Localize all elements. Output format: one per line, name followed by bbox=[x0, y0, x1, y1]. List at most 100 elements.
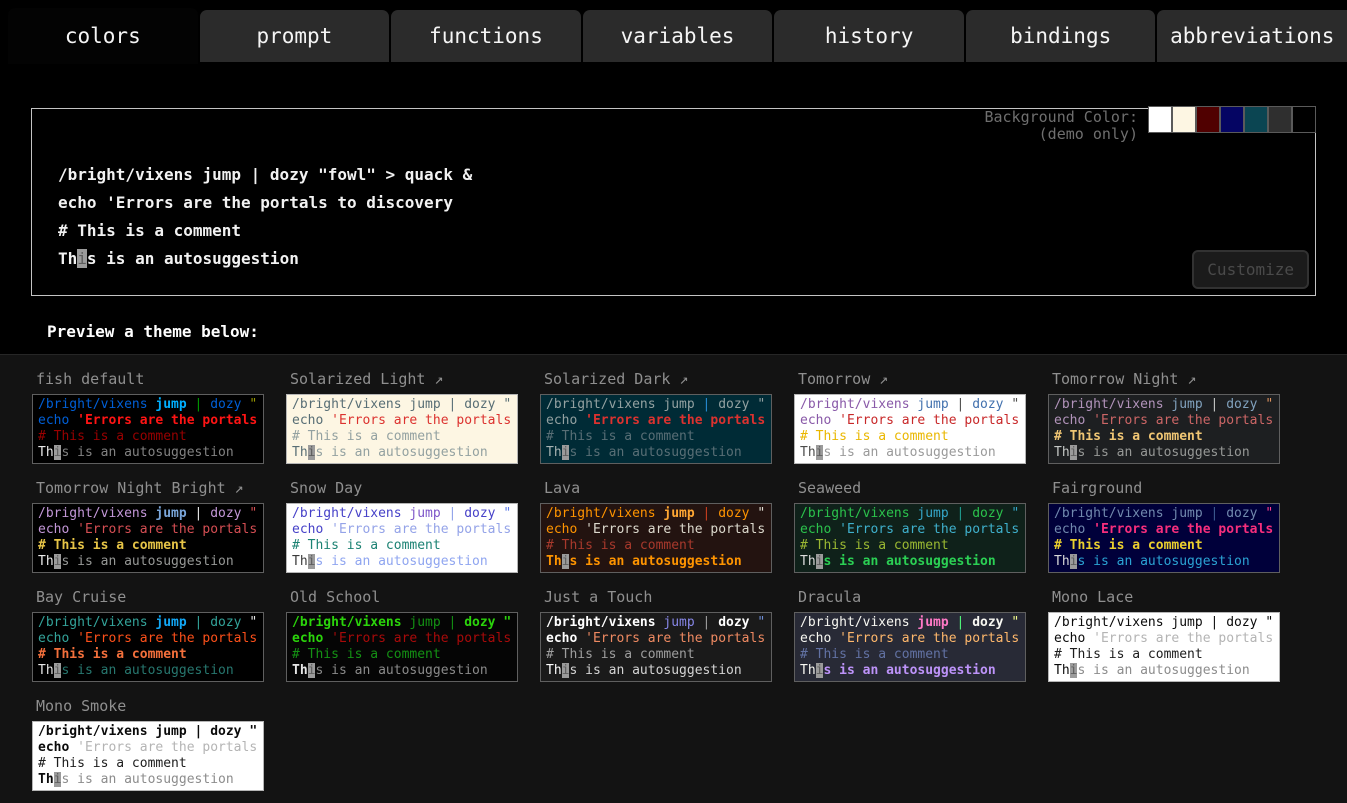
text-segment: | bbox=[949, 615, 972, 630]
text-segment: 'Errors are the portals bbox=[331, 631, 511, 646]
theme-preview-dracula[interactable]: /bright/vixens jump | dozy "echo 'Errors… bbox=[794, 612, 1026, 682]
theme-preview-bay-cruise[interactable]: /bright/vixens jump | dozy "echo 'Errors… bbox=[32, 612, 264, 682]
text-segment: jump bbox=[1171, 615, 1202, 630]
tab-history[interactable]: history bbox=[774, 10, 964, 62]
background-swatch-0[interactable] bbox=[1148, 106, 1172, 133]
text-segment: /bright/vixens bbox=[1054, 397, 1171, 412]
text-segment: 'Errors are the portals bbox=[839, 522, 1019, 537]
theme-card-tomorrow-night-bright: Tomorrow Night Bright ↗ /bright/vixens ju… bbox=[32, 479, 286, 573]
text-segment: jump bbox=[409, 615, 440, 630]
theme-preview-lava[interactable]: /bright/vixens jump | dozy "echo 'Errors… bbox=[540, 503, 772, 573]
text-segment: dozy bbox=[464, 615, 495, 630]
theme-preview-line: echo 'Errors are the portals bbox=[800, 413, 1020, 429]
background-swatch-4[interactable] bbox=[1244, 106, 1268, 133]
theme-preview-fairground[interactable]: /bright/vixens jump | dozy "echo 'Errors… bbox=[1048, 503, 1280, 573]
customize-button[interactable]: Customize bbox=[1192, 250, 1309, 289]
text-segment: 'Errors are the portals bbox=[585, 631, 765, 646]
text-segment: dozy bbox=[718, 397, 749, 412]
tab-variables[interactable]: variables bbox=[583, 10, 773, 62]
theme-name-old-school: Old School bbox=[290, 588, 540, 606]
text-segment: # This is a comment bbox=[1054, 538, 1203, 553]
text-segment: 'Errors are the portals bbox=[585, 522, 765, 537]
theme-preview-line: # This is a comment bbox=[1054, 429, 1274, 445]
theme-preview-old-school[interactable]: /bright/vixens jump | dozy "echo 'Errors… bbox=[286, 612, 518, 682]
text-segment: | bbox=[695, 506, 718, 521]
theme-name-bay-cruise: Bay Cruise bbox=[36, 588, 286, 606]
theme-card-mono-lace: Mono Lace/bright/vixens jump | dozy "ech… bbox=[1048, 588, 1302, 682]
background-swatch-3[interactable] bbox=[1220, 106, 1244, 133]
tab-bindings[interactable]: bindings bbox=[966, 10, 1156, 62]
background-swatch-1[interactable] bbox=[1172, 106, 1196, 133]
text-segment: dozy bbox=[1226, 615, 1257, 630]
text-segment: # This is a comment bbox=[292, 429, 441, 444]
text-segment: # This is a comment bbox=[38, 538, 187, 553]
theme-preview-mono-lace[interactable]: /bright/vixens jump | dozy "echo 'Errors… bbox=[1048, 612, 1280, 682]
theme-preview-line: echo 'Errors are the portals bbox=[292, 631, 512, 647]
tab-prompt[interactable]: prompt bbox=[200, 10, 390, 62]
tab-abbreviations[interactable]: abbreviations bbox=[1157, 10, 1347, 62]
theme-preview-line: # This is a comment bbox=[38, 647, 258, 663]
theme-name-solarized-light[interactable]: Solarized Light ↗ bbox=[290, 370, 540, 388]
theme-preview-line: echo 'Errors are the portals bbox=[38, 413, 258, 429]
theme-preview-seaweed[interactable]: /bright/vixens jump | dozy "echo 'Errors… bbox=[794, 503, 1026, 573]
theme-preview-line: # This is a comment bbox=[546, 429, 766, 445]
theme-preview-just-a-touch[interactable]: /bright/vixens jump | dozy "echo 'Errors… bbox=[540, 612, 772, 682]
theme-preview-line: # This is a comment bbox=[546, 647, 766, 663]
theme-preview-fish-default[interactable]: /bright/vixens jump | dozy "echo 'Errors… bbox=[32, 394, 264, 464]
text-segment: s is an autosuggestion bbox=[315, 445, 487, 460]
theme-name-tomorrow[interactable]: Tomorrow ↗ bbox=[798, 370, 1048, 388]
theme-preview-line: /bright/vixens jump | dozy " bbox=[292, 506, 512, 522]
theme-card-fish-default: fish default/bright/vixens jump | dozy "… bbox=[32, 370, 286, 464]
theme-preview-line: This is an autosuggestion bbox=[292, 663, 512, 679]
text-segment: jump bbox=[917, 397, 948, 412]
background-swatch-2[interactable] bbox=[1196, 106, 1220, 133]
theme-name-tomorrow-night[interactable]: Tomorrow Night ↗ bbox=[1052, 370, 1302, 388]
theme-card-dracula: Dracula/bright/vixens jump | dozy "echo … bbox=[794, 588, 1048, 682]
text-segment: echo bbox=[1054, 413, 1093, 428]
theme-preview-line: /bright/vixens jump | dozy " bbox=[38, 724, 258, 740]
theme-preview-line: # This is a comment bbox=[292, 429, 512, 445]
terminal-line: This is an autosuggestion bbox=[58, 245, 1315, 273]
theme-preview-line: /bright/vixens jump | dozy " bbox=[800, 615, 1020, 631]
theme-card-tomorrow: Tomorrow ↗ /bright/vixens jump | dozy "ec… bbox=[794, 370, 1048, 464]
text-segment: echo bbox=[38, 413, 77, 428]
background-swatch-6[interactable] bbox=[1292, 106, 1316, 133]
theme-preview-line: /bright/vixens jump | dozy " bbox=[292, 615, 512, 631]
text-segment: jump bbox=[663, 615, 694, 630]
theme-preview-line: This is an autosuggestion bbox=[800, 663, 1020, 679]
background-swatch-5[interactable] bbox=[1268, 106, 1292, 133]
theme-preview-solarized-dark[interactable]: /bright/vixens jump | dozy "echo 'Errors… bbox=[540, 394, 772, 464]
text-segment: # This is a comment bbox=[800, 429, 949, 444]
theme-preview-line: # This is a comment bbox=[292, 538, 512, 554]
text-segment: echo bbox=[292, 631, 331, 646]
text-segment: echo bbox=[800, 631, 839, 646]
theme-preview-tomorrow-night[interactable]: /bright/vixens jump | dozy "echo 'Errors… bbox=[1048, 394, 1280, 464]
text-segment: /bright/vixens bbox=[292, 397, 409, 412]
theme-preview-tomorrow-night-bright[interactable]: /bright/vixens jump | dozy "echo 'Errors… bbox=[32, 503, 264, 573]
preview-theme-heading: Preview a theme below: bbox=[47, 322, 1347, 341]
text-segment: # This is a comment bbox=[546, 647, 695, 662]
theme-preview-line: echo 'Errors are the portals bbox=[292, 522, 512, 538]
theme-preview-line: echo 'Errors are the portals bbox=[38, 522, 258, 538]
text-segment: jump bbox=[917, 506, 948, 521]
text-segment: Th bbox=[38, 772, 54, 787]
theme-preview-tomorrow[interactable]: /bright/vixens jump | dozy "echo 'Errors… bbox=[794, 394, 1026, 464]
theme-preview-mono-smoke[interactable]: /bright/vixens jump | dozy "echo 'Errors… bbox=[32, 721, 264, 791]
tab-colors[interactable]: colors bbox=[8, 8, 198, 64]
text-segment: # This is a comment bbox=[58, 221, 241, 240]
theme-preview-snow-day[interactable]: /bright/vixens jump | dozy "echo 'Errors… bbox=[286, 503, 518, 573]
text-segment: | bbox=[1203, 397, 1226, 412]
text-segment: echo bbox=[1054, 522, 1093, 537]
theme-preview-line: echo 'Errors are the portals bbox=[800, 522, 1020, 538]
theme-card-fairground: Fairground/bright/vixens jump | dozy "ec… bbox=[1048, 479, 1302, 573]
theme-preview-solarized-light[interactable]: /bright/vixens jump | dozy "echo 'Errors… bbox=[286, 394, 518, 464]
theme-name-tomorrow-night-bright[interactable]: Tomorrow Night Bright ↗ bbox=[36, 479, 286, 497]
text-segment: s is an autosuggestion bbox=[1077, 445, 1249, 460]
text-segment: Th bbox=[38, 445, 54, 460]
text-segment: " bbox=[750, 397, 766, 412]
text-segment: echo bbox=[38, 631, 77, 646]
theme-name-solarized-dark[interactable]: Solarized Dark ↗ bbox=[544, 370, 794, 388]
tab-functions[interactable]: functions bbox=[391, 10, 581, 62]
text-segment: jump bbox=[155, 615, 186, 630]
theme-name-seaweed: Seaweed bbox=[798, 479, 1048, 497]
